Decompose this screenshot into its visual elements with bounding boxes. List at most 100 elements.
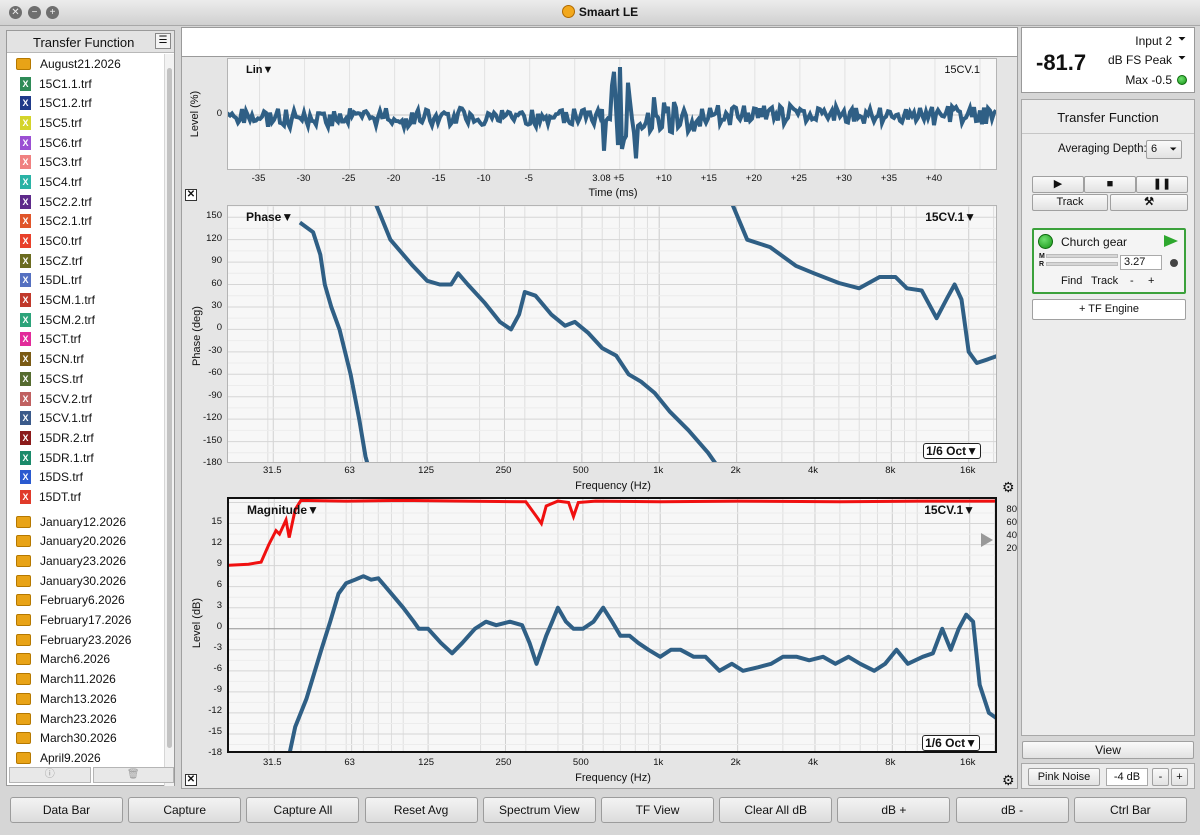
impulse-x-tick: +15	[700, 173, 717, 184]
db-button[interactable]: dB -	[955, 797, 1069, 823]
file-item[interactable]: X 15CM.2.trf	[7, 310, 165, 330]
folder-item[interactable]: March23.2026	[7, 709, 165, 729]
file-item[interactable]: X 15C5.trf	[7, 113, 165, 133]
generator-level-up-button[interactable]: +	[1171, 768, 1188, 786]
file-item[interactable]: X 15DT.trf	[7, 487, 165, 507]
file-item[interactable]: X 15CM.1.trf	[7, 290, 165, 310]
impulse-plot-area[interactable]: Lin▼ 15CV.1	[227, 58, 997, 170]
file-item[interactable]: X 15CT.trf	[7, 330, 165, 350]
phase-settings-gear-icon[interactable]: ⚙	[1002, 480, 1015, 494]
folder-item[interactable]: April9.2026	[7, 748, 165, 768]
file-item[interactable]: X 15C3.trf	[7, 152, 165, 172]
file-item[interactable]: X 15CZ.trf	[7, 251, 165, 271]
folder-name: March23.2026	[40, 711, 117, 726]
generator-level-down-button[interactable]: -	[1152, 768, 1169, 786]
phase-plot-area[interactable]: Phase▼ 15CV.1▼ 1/6 Oct▼	[227, 205, 997, 463]
delay-increment-button[interactable]: +	[1148, 275, 1154, 287]
phase-smoothing-dropdown[interactable]: 1/6 Oct▼	[923, 443, 981, 459]
folder-item[interactable]: January23.2026	[7, 551, 165, 571]
magnitude-trace-dropdown[interactable]: 15CV.1▼	[924, 503, 975, 517]
file-item[interactable]: X 15C4.trf	[7, 172, 165, 192]
trf-file-icon: X	[20, 273, 31, 288]
scrollbar-thumb[interactable]	[167, 68, 172, 748]
magnitude-view-dropdown[interactable]: Magnitude▼	[247, 503, 319, 517]
delay-input[interactable]: 3.27	[1120, 255, 1162, 270]
capture-all-button[interactable]: Capture All	[246, 797, 360, 823]
file-item[interactable]: X 15C2.1.trf	[7, 212, 165, 232]
file-item[interactable]: X 15DS.trf	[7, 467, 165, 487]
delay-decrement-button[interactable]: -	[1130, 275, 1134, 287]
file-item[interactable]: X 15C0.trf	[7, 231, 165, 251]
file-item[interactable]: X 15CS.trf	[7, 369, 165, 389]
coherence-threshold-marker-icon[interactable]	[981, 533, 993, 547]
file-item[interactable]: X 15C1.2.trf	[7, 93, 165, 113]
folder-item[interactable]: March6.2026	[7, 650, 165, 670]
file-item[interactable]: X 15C6.trf	[7, 133, 165, 153]
info-icon[interactable]: ⓘ	[9, 767, 91, 783]
stop-button[interactable]: ■	[1084, 176, 1136, 193]
tf-engine-card[interactable]: Church gear M R 3.27 Find Track - +	[1032, 228, 1186, 294]
clear-all-db-button[interactable]: Clear All dB	[719, 797, 833, 823]
file-item[interactable]: X 15C2.2.trf	[7, 192, 165, 212]
file-item[interactable]: X 15DL.trf	[7, 271, 165, 291]
ctrl-bar-button[interactable]: Ctrl Bar	[1073, 797, 1187, 823]
impulse-trace-svg	[228, 59, 996, 169]
find-delay-button[interactable]: Find	[1061, 275, 1082, 287]
add-tf-engine-button[interactable]: + TF Engine	[1032, 299, 1186, 320]
tf-view-button[interactable]: TF View	[601, 797, 714, 823]
impulse-scale-dropdown[interactable]: Lin▼	[246, 64, 273, 76]
close-plot-icon[interactable]: ✕	[185, 189, 197, 201]
data-bar-button[interactable]: Data Bar	[10, 797, 123, 823]
phase-trace-dropdown[interactable]: 15CV.1▼	[925, 210, 976, 224]
magnitude-settings-gear-icon[interactable]: ⚙	[1002, 773, 1015, 787]
phase-view-dropdown[interactable]: Phase▼	[246, 210, 293, 224]
file-name: 15DS.trf	[39, 470, 84, 485]
meter-mode-select[interactable]: dB FS Peak	[1108, 53, 1172, 67]
folder-item[interactable]: January30.2026	[7, 571, 165, 591]
file-item[interactable]: X 15DR.2.trf	[7, 428, 165, 448]
folder-item[interactable]: March13.2026	[7, 689, 165, 709]
file-item[interactable]: X 15CV.1.trf	[7, 408, 165, 428]
meter-mode-dropdown-icon[interactable]: ⏷	[1178, 53, 1186, 64]
trf-file-icon: X	[20, 194, 31, 209]
track-delay-button[interactable]: Track	[1091, 275, 1118, 287]
engine-play-icon[interactable]	[1164, 235, 1178, 247]
spectrum-view-button[interactable]: Spectrum View	[482, 797, 596, 823]
folder-open[interactable]: August21.2026	[7, 54, 165, 74]
trash-icon[interactable]: 🗑	[92, 767, 174, 783]
input-select[interactable]: Input 2	[1135, 34, 1172, 48]
engine-active-led-icon[interactable]	[1038, 234, 1053, 249]
close-plot-icon[interactable]: ✕	[185, 774, 197, 786]
trf-file-icon: X	[20, 470, 31, 485]
folder-item[interactable]: January20.2026	[7, 532, 165, 552]
folder-item[interactable]: February6.2026	[7, 591, 165, 611]
view-button[interactable]: View	[1022, 741, 1194, 759]
magnitude-y-tick: 6	[216, 578, 222, 590]
magnitude-plot-area[interactable]: Magnitude▼ 15CV.1▼ 1/6 Oct▼	[227, 497, 997, 753]
file-browser-scrollbar[interactable]	[164, 54, 174, 786]
folder-icon	[16, 594, 31, 607]
pink-noise-button[interactable]: Pink Noise	[1028, 768, 1100, 786]
input-meter[interactable]: -81.7 Input 2 ⏷ dB FS Peak ⏷ Max -0.5	[1021, 27, 1195, 93]
file-item[interactable]: X 15C1.1.trf	[7, 74, 165, 94]
file-item[interactable]: X 15DR.1.trf	[7, 448, 165, 468]
magnitude-smoothing-dropdown[interactable]: 1/6 Oct▼	[922, 735, 980, 751]
file-item[interactable]: X 15CN.trf	[7, 349, 165, 369]
folder-item[interactable]: March11.2026	[7, 669, 165, 689]
capture-button[interactable]: Capture	[128, 797, 242, 823]
pause-button[interactable]: ❚❚	[1136, 176, 1188, 193]
generator-level-field[interactable]: -4 dB	[1106, 768, 1148, 786]
input-dropdown-icon[interactable]: ⏷	[1178, 34, 1186, 45]
tools-icon[interactable]: ⚒	[1110, 194, 1188, 211]
folder-item[interactable]: February17.2026	[7, 610, 165, 630]
averaging-depth-select[interactable]: 6 ⏷	[1146, 140, 1182, 159]
folder-item[interactable]: January12.2026	[7, 512, 165, 532]
hamburger-menu-icon[interactable]: ☰	[155, 33, 171, 49]
reset-avg-button[interactable]: Reset Avg	[364, 797, 478, 823]
folder-item[interactable]: March30.2026	[7, 728, 165, 748]
file-item[interactable]: X 15CV.2.trf	[7, 389, 165, 409]
folder-item[interactable]: February23.2026	[7, 630, 165, 650]
play-button[interactable]: ▶	[1032, 176, 1084, 193]
track-button[interactable]: Track	[1032, 194, 1108, 211]
db-button[interactable]: dB +	[837, 797, 951, 823]
